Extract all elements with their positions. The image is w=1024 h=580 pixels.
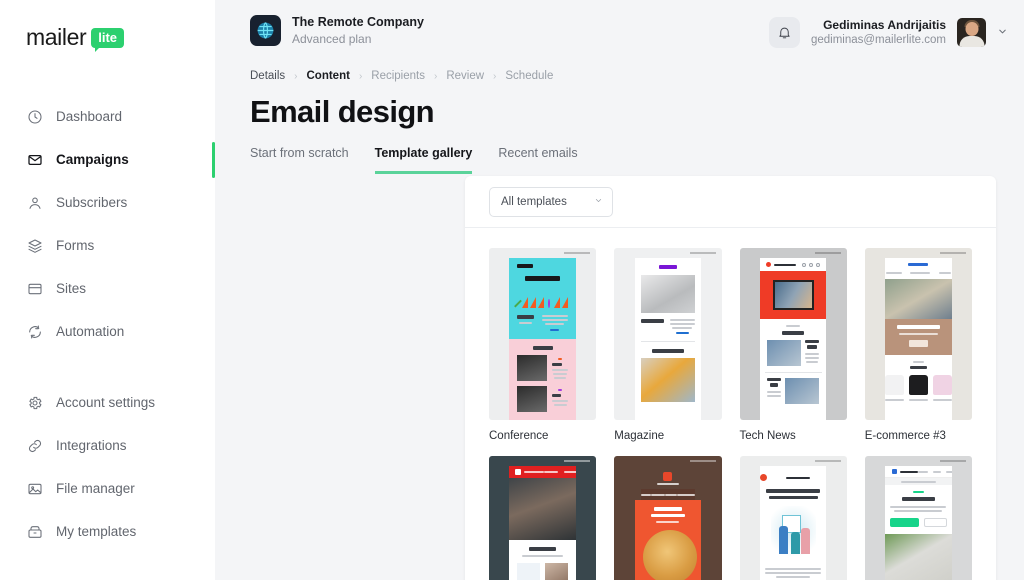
template-filter-select[interactable]: All templates: [489, 186, 613, 217]
globe-icon: [250, 15, 281, 47]
chevron-down-icon[interactable]: [997, 24, 1008, 42]
avatar[interactable]: [957, 18, 986, 48]
template-name: Tech News: [739, 430, 796, 442]
account-name: Gediminas Andrijaitis: [823, 18, 946, 32]
sidebar-item-dashboard[interactable]: Dashboard: [0, 95, 215, 138]
clock-icon: [26, 108, 43, 125]
template-thumbnail: [864, 456, 972, 580]
template-thumbnail: [864, 248, 972, 420]
filter-selected-value: All templates: [501, 195, 567, 208]
template-name: E-commerce #3: [864, 430, 946, 442]
sidebar-item-label: Subscribers: [56, 195, 128, 210]
breadcrumb-item-schedule[interactable]: Schedule: [505, 70, 553, 82]
company-selector[interactable]: The Remote Company Advanced plan: [250, 14, 424, 47]
breadcrumb-separator: ›: [493, 70, 497, 82]
sidebar-item-integrations[interactable]: Integrations: [0, 424, 215, 467]
template-thumbnail: [614, 456, 722, 580]
image-icon: [26, 480, 43, 497]
tab-start-from-scratch[interactable]: Start from scratch: [250, 146, 349, 174]
template-grid: Conference Magazine Tech News E-commerce…: [465, 228, 996, 580]
template-card-food[interactable]: [614, 456, 722, 580]
sidebar-item-label: Sites: [56, 281, 87, 296]
company-plan: Advanced plan: [292, 31, 372, 46]
sidebar-item-label: Automation: [56, 324, 125, 339]
breadcrumb-item-review[interactable]: Review: [446, 70, 484, 82]
topbar: The Remote Company Advanced plan Gedimin…: [215, 0, 1024, 66]
tab-bar: Start from scratch Template gallery Rece…: [215, 130, 1024, 174]
template-panel: All templates Conference Magazine Tech N…: [465, 176, 996, 580]
layers-icon: [26, 237, 43, 254]
sidebar-item-file-manager[interactable]: File manager: [0, 467, 215, 510]
logo-badge: lite: [91, 27, 125, 52]
template-thumbnail: [739, 456, 847, 580]
tab-template-gallery[interactable]: Template gallery: [374, 146, 473, 174]
sidebar-item-label: My templates: [56, 524, 137, 539]
sidebar-item-label: Forms: [56, 238, 95, 253]
sidebar-item-automation[interactable]: Automation: [0, 310, 215, 353]
filter-row: All templates: [465, 176, 996, 228]
breadcrumb: Details › Content › Recipients › Review …: [215, 66, 1024, 82]
tab-recent-emails[interactable]: Recent emails: [498, 146, 577, 174]
template-name: Magazine: [614, 430, 665, 442]
sidebar-item-label: File manager: [56, 481, 135, 496]
sidebar: mailer lite Dashboard Campaigns Subscrib…: [0, 0, 215, 580]
breadcrumb-item-content[interactable]: Content: [307, 70, 350, 82]
sidebar-item-campaigns[interactable]: Campaigns: [0, 138, 215, 181]
template-card-conference[interactable]: Conference: [489, 248, 597, 442]
archive-icon: [26, 523, 43, 540]
template-thumbnail: [489, 248, 597, 420]
page-title: Email design: [250, 94, 435, 129]
breadcrumb-item-details[interactable]: Details: [250, 70, 285, 82]
template-thumbnail: [489, 456, 597, 580]
envelope-icon: [26, 151, 43, 168]
breadcrumb-separator: ›: [358, 70, 363, 82]
app-logo[interactable]: mailer lite: [0, 0, 215, 52]
template-card-components[interactable]: [739, 456, 847, 580]
sidebar-item-my-templates[interactable]: My templates: [0, 510, 215, 553]
company-name: The Remote Company: [292, 15, 424, 29]
chevron-down-icon: [594, 196, 603, 208]
sidebar-item-account-settings[interactable]: Account settings: [0, 381, 215, 424]
sidebar-item-subscribers[interactable]: Subscribers: [0, 181, 215, 224]
sidebar-item-label: Dashboard: [56, 109, 123, 124]
gear-icon: [26, 394, 43, 411]
sidebar-item-label: Integrations: [56, 438, 127, 453]
breadcrumb-separator: ›: [294, 70, 298, 82]
template-thumbnail: [739, 248, 847, 420]
template-card-ecommerce-3[interactable]: E-commerce #3: [864, 248, 972, 442]
app-root: mailer lite Dashboard Campaigns Subscrib…: [0, 0, 1024, 580]
bell-icon[interactable]: [768, 17, 800, 49]
sidebar-item-sites[interactable]: Sites: [0, 267, 215, 310]
template-name: Conference: [489, 430, 549, 442]
account-info[interactable]: Gediminas Andrijaitis gediminas@mailerli…: [811, 17, 946, 49]
template-thumbnail: [614, 248, 722, 420]
breadcrumb-item-recipients[interactable]: Recipients: [371, 70, 425, 82]
sidebar-item-forms[interactable]: Forms: [0, 224, 215, 267]
logo-text: mailer: [26, 24, 87, 50]
browser-icon: [26, 280, 43, 297]
account-area: Gediminas Andrijaitis gediminas@mailerli…: [768, 14, 1008, 49]
user-icon: [26, 194, 43, 211]
nav-divider-space: [0, 353, 215, 381]
link-icon: [26, 437, 43, 454]
template-card-tshirts[interactable]: [864, 456, 972, 580]
refresh-icon: [26, 323, 43, 340]
template-card-tech-news[interactable]: Tech News: [739, 248, 847, 442]
breadcrumb-separator: ›: [433, 70, 438, 82]
account-email: gediminas@mailerlite.com: [810, 34, 946, 47]
sidebar-nav: Dashboard Campaigns Subscribers Forms Si…: [0, 95, 215, 553]
sidebar-item-label: Campaigns: [56, 152, 129, 167]
main-content: The Remote Company Advanced plan Gedimin…: [215, 0, 1024, 580]
template-card-magazine[interactable]: Magazine: [614, 248, 722, 442]
sidebar-item-label: Account settings: [56, 395, 156, 410]
template-card-fitness[interactable]: [489, 456, 597, 580]
